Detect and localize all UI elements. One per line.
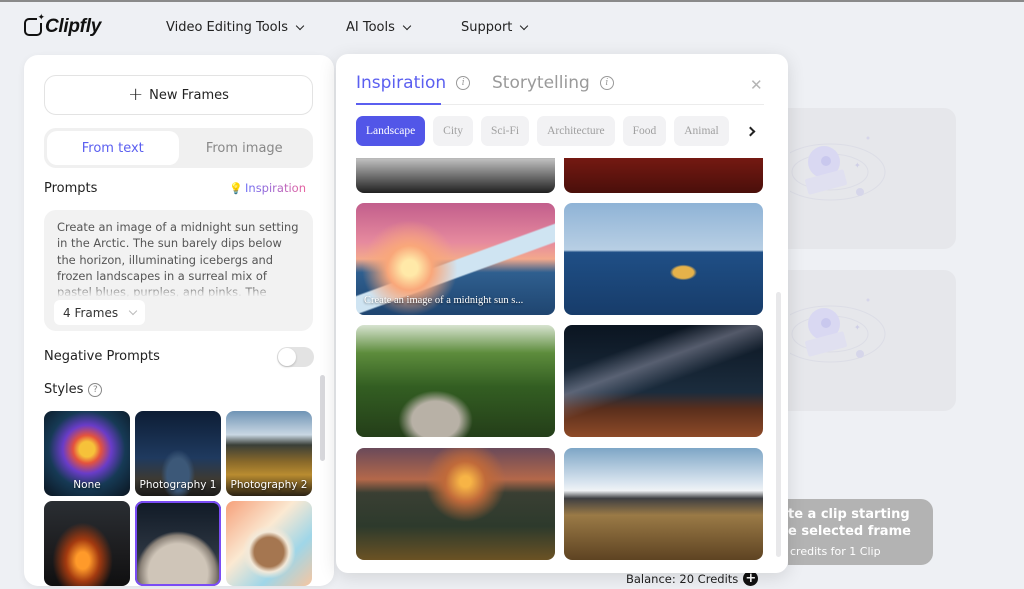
- nav-support[interactable]: Support: [461, 20, 529, 35]
- lightbulb-icon: 💡: [229, 181, 244, 195]
- style-label: Photography 1: [139, 479, 217, 491]
- gallery-card-snowy-mountains-meadow[interactable]: [564, 448, 763, 560]
- left-panel-scrollbar[interactable]: [320, 375, 325, 461]
- tab-label: Inspiration: [356, 73, 447, 93]
- style-moon-base[interactable]: [135, 501, 221, 586]
- gallery-card-mountain-sunset[interactable]: [356, 448, 555, 560]
- nav-video-editing-tools[interactable]: Video Editing Tools: [166, 20, 305, 35]
- negative-prompts-toggle[interactable]: [277, 347, 314, 367]
- new-frames-button[interactable]: + New Frames: [44, 75, 313, 115]
- svg-text:✦: ✦: [854, 161, 861, 170]
- balance: Balance: 20 Credits +: [626, 571, 759, 586]
- logo-text: Clipfly: [45, 16, 101, 37]
- chip-landscape[interactable]: Landscape: [356, 116, 426, 146]
- tab-from-image[interactable]: From image: [179, 131, 311, 165]
- prompt-text[interactable]: Create an image of a midnight sun settin…: [57, 219, 302, 297]
- gallery-card-arctic-midnight-sun[interactable]: Create an image of a midnight sun s...: [356, 203, 555, 315]
- film-planet-icon: ✦: [790, 136, 886, 201]
- create-clip-line1: te a clip starting: [788, 507, 910, 522]
- create-clip-line2: e selected frame: [788, 524, 911, 539]
- tab-from-text[interactable]: From text: [47, 131, 179, 165]
- top-navigation: Clipfly Video Editing Tools AI Tools Sup…: [0, 2, 1024, 52]
- info-icon[interactable]: i: [599, 76, 614, 90]
- style-photography-2[interactable]: Photography 2: [226, 411, 312, 496]
- tab-label: Storytelling: [492, 73, 590, 93]
- chevron-down-icon: [402, 21, 412, 30]
- logo-icon: [24, 13, 45, 36]
- styles-label-text: Styles: [44, 382, 84, 397]
- inspiration-link-label: Inspiration: [245, 181, 306, 195]
- clipfly-logo[interactable]: Clipfly: [24, 13, 101, 38]
- nav-label: Support: [461, 20, 513, 35]
- chip-city[interactable]: City: [433, 116, 473, 146]
- frames-count-value: 4 Frames: [63, 305, 119, 320]
- frames-count-select[interactable]: 4 Frames: [54, 300, 145, 325]
- inspiration-link[interactable]: 💡 Inspiration: [229, 181, 306, 195]
- film-planet-icon: ✦: [790, 298, 886, 363]
- chevron-down-icon: [520, 21, 529, 30]
- gallery-card-boat-at-sea[interactable]: [564, 203, 763, 315]
- toggle-knob: [278, 348, 296, 366]
- gallery-card-garden-path[interactable]: [356, 325, 555, 437]
- tab-label: From image: [205, 140, 283, 156]
- svg-text:✦: ✦: [854, 323, 861, 332]
- tab-label: From text: [81, 140, 144, 156]
- inspiration-modal: Inspiration i Storytelling i ✕ Landscape…: [336, 54, 788, 573]
- close-icon[interactable]: ✕: [750, 76, 763, 94]
- nav-label: Video Editing Tools: [166, 20, 288, 35]
- create-clip-cost: credits for 1 Clip: [790, 545, 881, 558]
- gallery-caption: Create an image of a midnight sun s...: [364, 295, 524, 306]
- chevron-down-icon: [295, 21, 305, 30]
- style-cartoon-otter[interactable]: [226, 501, 312, 586]
- gallery-scrollbar[interactable]: [776, 292, 781, 557]
- negative-prompts-label: Negative Prompts: [44, 349, 160, 364]
- frame-placeholder-2[interactable]: ✦: [788, 270, 956, 411]
- chip-animal[interactable]: Animal: [674, 116, 729, 146]
- frames-panel: + New Frames From text From image Prompt…: [24, 55, 334, 586]
- chips-next-button[interactable]: [740, 116, 764, 146]
- chevron-right-icon: [745, 126, 756, 136]
- prompt-field[interactable]: Create an image of a midnight sun settin…: [44, 210, 313, 331]
- prompts-label: Prompts: [44, 181, 98, 196]
- tab-inspiration[interactable]: Inspiration i: [356, 73, 471, 93]
- gallery-card-milky-way-desert[interactable]: [564, 325, 763, 437]
- gallery-card-rocky-shore[interactable]: [356, 158, 555, 193]
- chip-sci-fi[interactable]: Sci-Fi: [480, 116, 530, 146]
- nav-ai-tools[interactable]: AI Tools: [346, 20, 412, 35]
- style-label: None: [73, 479, 101, 491]
- plus-icon: +: [128, 84, 144, 105]
- chip-architecture[interactable]: Architecture: [537, 116, 615, 146]
- styles-grid: None Photography 1 Photography 2: [44, 411, 314, 586]
- styles-label: Styles ?: [44, 382, 103, 397]
- chip-food[interactable]: Food: [622, 116, 667, 146]
- active-tab-indicator: [356, 103, 441, 105]
- gallery-card-red-planet[interactable]: [564, 158, 763, 193]
- chevron-down-icon: [128, 306, 138, 315]
- add-credits-icon[interactable]: +: [743, 571, 759, 586]
- tab-storytelling[interactable]: Storytelling i: [492, 73, 614, 93]
- balance-text: Balance: 20 Credits: [626, 571, 739, 586]
- help-icon[interactable]: ?: [88, 382, 103, 397]
- style-none[interactable]: None: [44, 411, 130, 496]
- mode-toggle: From text From image: [44, 128, 313, 168]
- style-photography-1[interactable]: Photography 1: [135, 411, 221, 496]
- style-label: Photography 2: [230, 479, 308, 491]
- inspiration-gallery: Create an image of a midnight sun s...: [356, 158, 764, 563]
- nav-label: AI Tools: [346, 20, 395, 35]
- create-clip-button[interactable]: te a clip starting e selected frame cred…: [788, 499, 933, 565]
- new-frames-label: New Frames: [149, 87, 229, 103]
- info-icon[interactable]: i: [456, 76, 471, 90]
- style-burning-car[interactable]: [44, 501, 130, 586]
- frame-placeholder-1[interactable]: ✦: [788, 108, 956, 249]
- category-chips: Landscape City Sci-Fi Architecture Food …: [356, 116, 729, 146]
